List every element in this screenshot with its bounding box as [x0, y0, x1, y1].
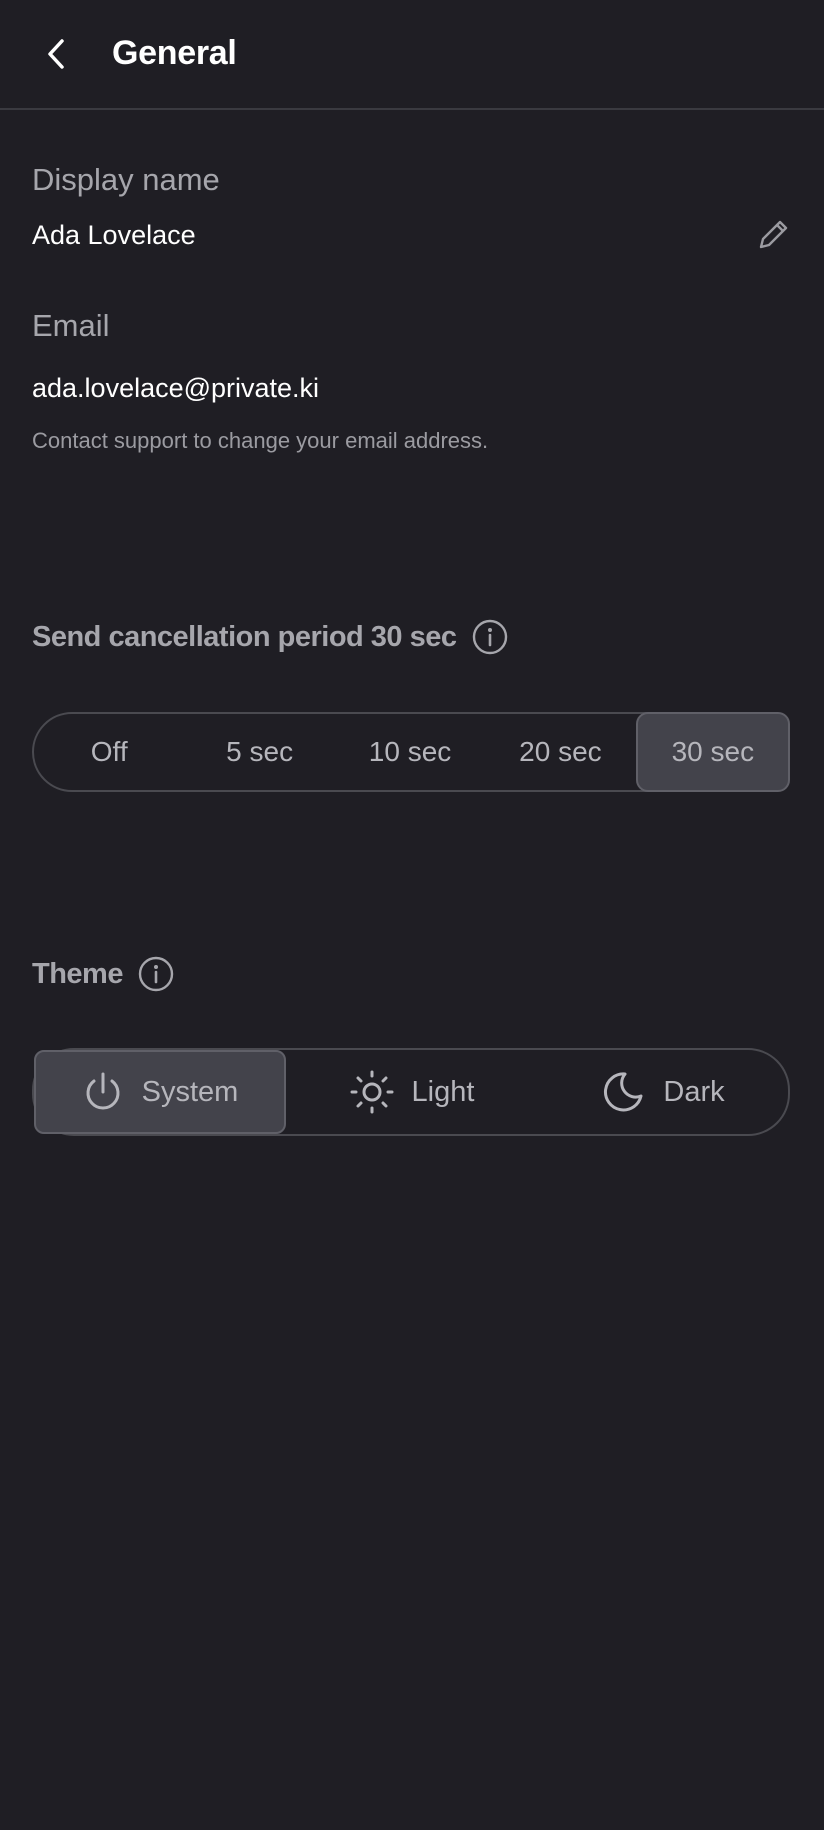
cancellation-period-title-text: Send cancellation period 30 sec	[32, 620, 457, 653]
period-option-10-sec[interactable]: 10 sec	[335, 714, 485, 790]
display-name-label: Display name	[32, 162, 220, 197]
info-icon[interactable]	[137, 955, 175, 993]
theme-option-light[interactable]: Light	[286, 1050, 538, 1134]
back-button[interactable]	[32, 30, 80, 78]
cancellation-period-selector: Off 5 sec 10 sec 20 sec 30 sec	[32, 712, 791, 792]
display-name-value: Ada Lovelace	[32, 220, 196, 250]
theme-selector: System Light Dark	[32, 1048, 790, 1136]
period-option-30-sec[interactable]: 30 sec	[635, 712, 791, 792]
pencil-icon	[759, 220, 788, 249]
theme-option-dark[interactable]: Dark	[538, 1050, 788, 1134]
period-option-5-sec[interactable]: 5 sec	[184, 714, 334, 790]
theme-title-text: Theme	[32, 957, 123, 990]
chevron-left-icon	[48, 39, 64, 69]
page-title: General	[112, 34, 237, 72]
edit-display-name-button[interactable]	[750, 212, 796, 258]
email-help-text: Contact support to change your email add…	[32, 428, 489, 453]
top-bar: General	[0, 0, 824, 110]
period-option-20-sec[interactable]: 20 sec	[485, 714, 635, 790]
period-option-off[interactable]: Off	[34, 714, 184, 790]
power-icon	[82, 1071, 124, 1113]
theme-title: Theme	[32, 955, 175, 993]
theme-option-system[interactable]: System	[34, 1050, 286, 1134]
sun-icon	[350, 1070, 394, 1114]
email-value: ada.lovelace@private.ki	[32, 373, 320, 403]
email-label: Email	[32, 308, 110, 343]
info-icon[interactable]	[471, 618, 509, 656]
moon-icon	[601, 1070, 645, 1114]
cancellation-period-title: Send cancellation period 30 sec	[32, 618, 509, 656]
